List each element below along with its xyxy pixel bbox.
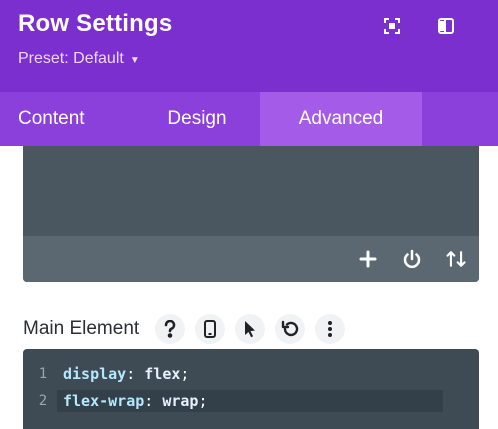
settings-header: Row Settings Preset: Default ▼: [0, 0, 498, 92]
add-icon[interactable]: [357, 248, 379, 270]
code-text-active: flex-wrap: wrap;: [57, 390, 443, 412]
css-separator: :: [144, 392, 163, 410]
code-line: 1 display: flex;: [23, 362, 190, 386]
panel-action-bar: [23, 236, 479, 282]
cursor-icon[interactable]: [235, 314, 266, 344]
help-icon[interactable]: [155, 314, 186, 344]
preset-selector[interactable]: Preset: Default ▼: [18, 50, 140, 68]
css-value: wrap: [162, 392, 199, 410]
code-line: 2 flex-wrap: wrap;: [23, 389, 443, 413]
settings-tabs: Content Design Advanced: [0, 92, 498, 146]
tab-content[interactable]: Content: [0, 92, 134, 146]
css-terminator: ;: [180, 365, 190, 383]
sort-icon[interactable]: [445, 248, 467, 270]
main-element-label: Main Element: [23, 318, 140, 339]
css-property: display: [63, 365, 127, 383]
preset-label: Preset: Default: [18, 50, 124, 67]
css-separator: :: [126, 365, 145, 383]
chevron-down-icon: ▼: [129, 54, 140, 66]
line-number: 1: [38, 366, 48, 382]
panel-title: Row Settings: [18, 10, 173, 37]
power-icon[interactable]: [401, 248, 423, 270]
code-text: display: flex;: [63, 365, 189, 383]
css-value: flex: [144, 365, 181, 383]
more-icon[interactable]: [488, 14, 498, 38]
undo-icon[interactable]: [275, 314, 306, 344]
css-terminator: ;: [198, 392, 208, 410]
tab-advanced[interactable]: Advanced: [260, 92, 422, 146]
tab-design[interactable]: Design: [134, 92, 260, 146]
main-element-code-editor[interactable]: 1 display: flex; 2 flex-wrap: wrap;: [23, 349, 479, 429]
mobile-icon[interactable]: [195, 314, 226, 344]
more-vertical-icon[interactable]: [315, 314, 346, 344]
sidebar-toggle-icon[interactable]: [434, 14, 458, 38]
tabs-filler: [422, 92, 498, 146]
css-editor-area[interactable]: [23, 146, 479, 236]
main-element-row: Main Element: [23, 314, 346, 344]
css-property: flex-wrap: [63, 392, 145, 410]
custom-css-panel: [23, 146, 479, 282]
expand-icon[interactable]: [380, 14, 404, 38]
